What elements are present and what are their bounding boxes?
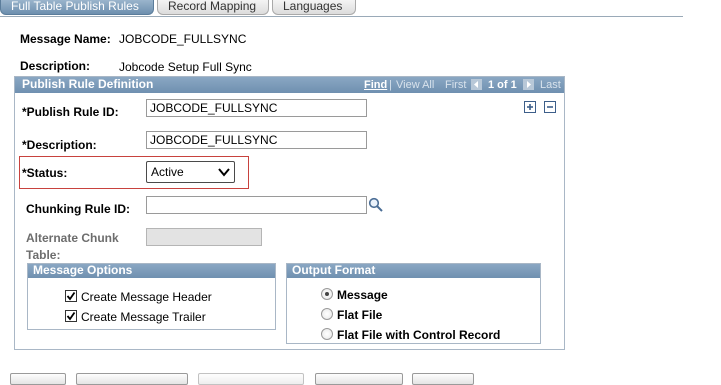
toolbar-button[interactable] [412, 373, 474, 385]
delete-row-button[interactable] [544, 101, 556, 113]
row-count: 1 of 1 [488, 79, 517, 91]
publish-rule-id-input[interactable]: JOBCODE_FULLSYNC [146, 99, 367, 117]
publish-rule-id-label: *Publish Rule ID: [22, 105, 119, 119]
toolbar-button[interactable] [198, 373, 304, 385]
alternate-chunk-input [146, 228, 262, 246]
create-message-header-checkbox[interactable] [65, 290, 77, 302]
output-flat-file-control-radio[interactable] [321, 328, 333, 340]
toolbar-button[interactable] [315, 373, 403, 385]
plus-icon [527, 104, 533, 110]
tab-divider [0, 16, 683, 17]
rule-description-label: *Description: [22, 138, 97, 152]
nav-separator: | [389, 79, 392, 91]
status-label: *Status: [22, 166, 68, 180]
create-message-header-label: Create Message Header [81, 290, 212, 304]
toolbar-button[interactable] [76, 373, 188, 385]
output-flat-file-control-label: Flat File with Control Record [337, 328, 501, 342]
tab-record-mapping[interactable]: Record Mapping [157, 0, 269, 15]
search-icon[interactable] [368, 197, 384, 213]
message-name-value: JOBCODE_FULLSYNC [119, 32, 247, 46]
create-message-trailer-label: Create Message Trailer [81, 310, 206, 324]
tab-bar: Full Table Publish Rules Record Mapping … [0, 0, 721, 17]
checkmark-icon [66, 311, 76, 321]
chunking-rule-label: Chunking Rule ID: [26, 202, 130, 216]
tab-label: Languages [283, 0, 343, 13]
rule-description-input[interactable]: JOBCODE_FULLSYNC [146, 131, 367, 149]
create-message-trailer-checkbox[interactable] [65, 310, 77, 322]
chunking-rule-input[interactable] [146, 196, 367, 214]
view-all-link[interactable]: View All [396, 79, 434, 92]
description-value: Jobcode Setup Full Sync [119, 60, 252, 74]
alternate-chunk-label-2: Table: [26, 248, 61, 262]
find-link[interactable]: Find [364, 79, 387, 92]
last-link[interactable]: Last [540, 79, 561, 92]
chevron-down-icon [218, 168, 230, 177]
output-message-label: Message [337, 288, 388, 302]
toolbar-button[interactable] [10, 373, 66, 385]
alternate-chunk-label: Alternate Chunk [26, 231, 119, 245]
tab-full-table-publish-rules[interactable]: Full Table Publish Rules [0, 0, 154, 15]
tab-label: Record Mapping [168, 0, 257, 13]
output-flat-file-radio[interactable] [321, 308, 333, 320]
message-name-label: Message Name: [20, 32, 111, 46]
output-format-title: Output Format [287, 264, 540, 278]
description-label: Description: [20, 59, 91, 73]
message-options-title: Message Options [28, 264, 275, 278]
checkmark-icon [66, 291, 76, 301]
status-select[interactable]: Active [146, 161, 235, 183]
tab-languages[interactable]: Languages [272, 0, 356, 15]
output-flat-file-label: Flat File [337, 308, 383, 322]
publish-rule-title: Publish Rule Definition [22, 77, 154, 91]
minus-icon [547, 106, 553, 108]
output-message-radio[interactable] [321, 288, 333, 300]
tab-label: Full Table Publish Rules [11, 0, 139, 13]
last-arrow-icon[interactable] [523, 79, 534, 90]
status-value: Active [151, 165, 184, 179]
first-arrow-icon[interactable] [471, 79, 482, 90]
first-link[interactable]: First [445, 79, 466, 92]
add-row-button[interactable] [524, 101, 536, 113]
